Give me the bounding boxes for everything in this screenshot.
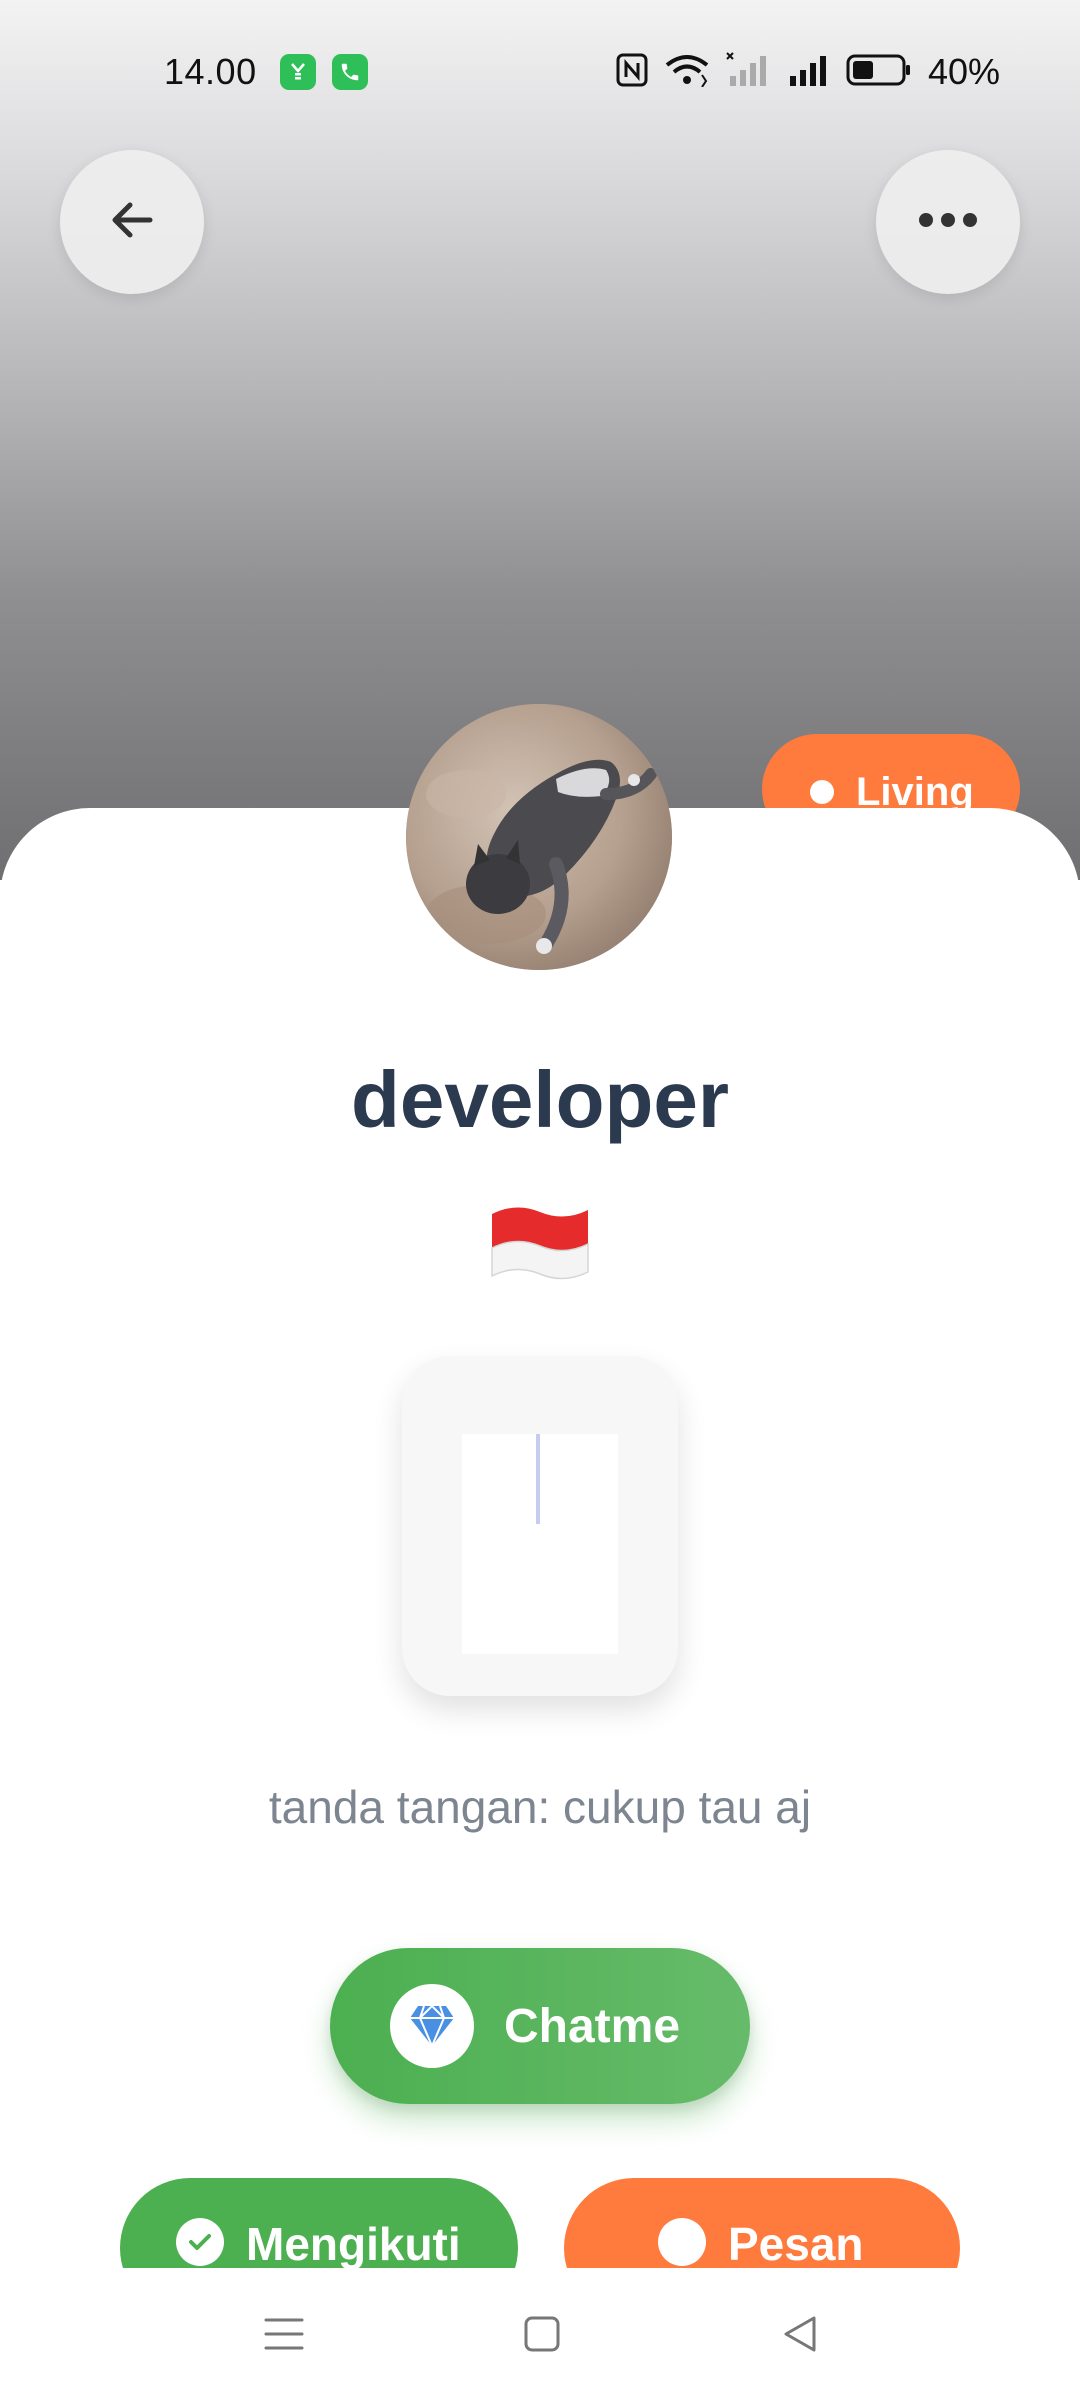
message-label: Pesan	[728, 2218, 864, 2270]
live-dot-icon	[810, 780, 834, 804]
status-bar: 14.00 40%	[0, 0, 1080, 140]
profile-username: developer	[351, 1055, 729, 1144]
arrow-left-icon	[102, 190, 162, 255]
text-cursor	[536, 1434, 540, 1524]
back-button[interactable]	[60, 150, 204, 294]
more-horizontal-icon	[916, 210, 980, 235]
wifi-icon	[664, 53, 710, 92]
phone-call-icon	[332, 54, 368, 90]
sim1-signal-icon	[726, 51, 770, 93]
profile-page: 14.00 40% Living developer tanda tangan:…	[0, 0, 1080, 2400]
avatar-photo	[406, 704, 672, 970]
following-label: Mengikuti	[246, 2218, 461, 2270]
menu-icon[interactable]	[260, 2310, 308, 2358]
app-notification-icon	[280, 54, 316, 90]
home-icon[interactable]	[518, 2310, 566, 2358]
sim2-signal-icon	[786, 52, 830, 93]
profile-signature: tanda tangan: cukup tau aj	[268, 1781, 812, 1833]
nfc-icon	[616, 53, 648, 92]
chatme-label: Chatme	[504, 1999, 681, 2053]
status-time: 14.00	[164, 51, 257, 92]
more-options-button[interactable]	[876, 150, 1020, 294]
battery-icon	[846, 53, 912, 92]
signature-canvas	[462, 1434, 618, 1654]
chatme-button[interactable]: Chatme	[330, 1948, 750, 2104]
back-triangle-icon[interactable]	[776, 2310, 824, 2358]
status-right-group: 40%	[616, 50, 1000, 94]
diamond-icon	[390, 1984, 474, 2068]
check-icon	[176, 2218, 224, 2266]
indonesia-flag-icon	[488, 1200, 592, 1284]
system-nav-bar	[0, 2268, 1080, 2400]
avatar[interactable]	[406, 704, 672, 970]
message-icon	[658, 2218, 706, 2266]
signature-card[interactable]	[402, 1356, 678, 1696]
battery-percent: 40%	[927, 51, 1000, 92]
